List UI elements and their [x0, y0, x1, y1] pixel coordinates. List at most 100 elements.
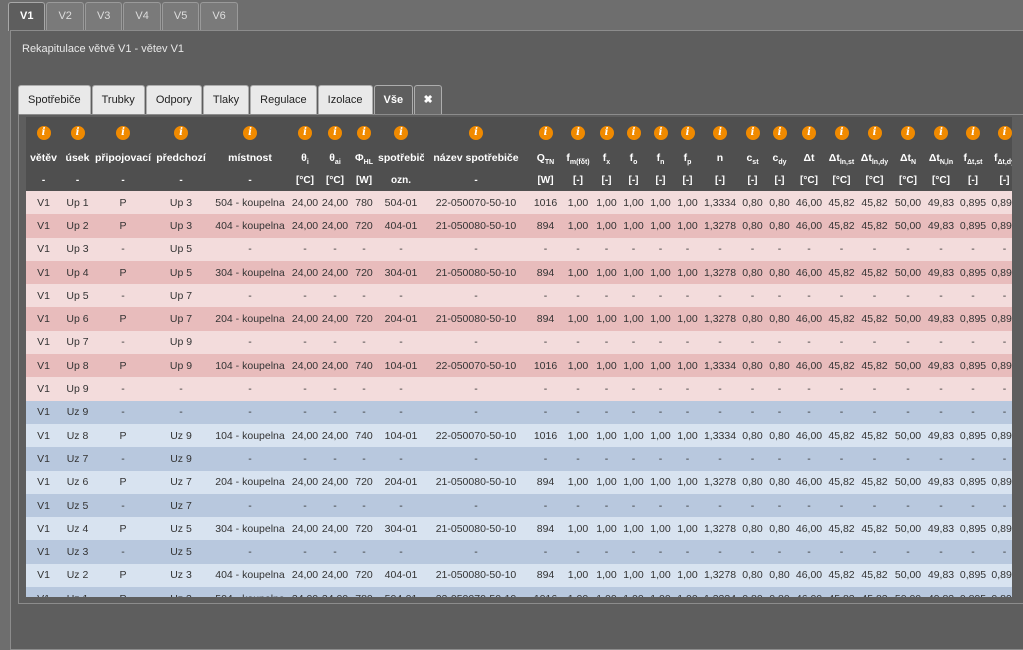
tab-trubky[interactable]: Trubky	[91, 85, 145, 115]
table-cell: -	[872, 546, 877, 559]
info-icon[interactable]: i	[997, 126, 1012, 140]
table-row[interactable]: V1 Up 5 - Up 7 - - - - - - - - - - - - - - - - - - - - - -	[26, 284, 1012, 308]
table-cell: 0,80	[739, 587, 766, 597]
info-icon[interactable]: i	[834, 126, 849, 140]
info-icon[interactable]: i	[867, 126, 882, 140]
table-cell: 45,82	[828, 476, 855, 489]
table-cell: Up 5	[169, 266, 193, 279]
info-icon[interactable]: i	[680, 126, 695, 140]
info-icon[interactable]: i	[571, 126, 585, 140]
info-icon[interactable]: i	[70, 126, 85, 140]
table-cell: 0,895	[991, 196, 1012, 209]
column-unit: [-]	[593, 169, 620, 191]
table-row[interactable]: V1 Up 8 P Up 9 104 - koupelna 24,00 24,00 740 10…	[26, 354, 1012, 378]
table-row[interactable]: V1 Up 1 P Up 3 504 - koupelna 24,00 24,00 780 50…	[26, 191, 1012, 215]
column-header: Δtln,st	[825, 149, 858, 169]
table-row[interactable]: V1 Uz 3 - Uz 5 - - - - - - - - - - - - - - - - - - - - - -	[26, 540, 1012, 564]
table-cell: Up 7	[169, 313, 193, 326]
table-cell: 304 - koupelna	[215, 522, 285, 535]
table-row[interactable]: V1 Up 7 - Up 9 - - - - - - - - - - - - - - - - - - - - - -	[26, 330, 1012, 355]
table-cell: Uz 4	[66, 522, 89, 535]
table-cell: -	[543, 336, 548, 349]
table-row[interactable]: V1 Uz 5 - Uz 7 - - - - - - - - - - - - - - - - - - - - - -	[26, 493, 1012, 518]
table-cell: 1,00	[567, 313, 589, 326]
table-row[interactable]: V1 Up 6 P Up 7 204 - koupelna 24,00 24,00 720 20…	[26, 307, 1012, 331]
tab-v6[interactable]: V6	[200, 2, 238, 31]
table-cell: P	[119, 522, 127, 535]
table-cell: -	[1002, 243, 1007, 256]
tab-regulace[interactable]: Regulace	[250, 85, 317, 115]
info-icon[interactable]: i	[934, 126, 948, 140]
table-cell: -	[362, 383, 366, 396]
tab-v1[interactable]: V1	[8, 2, 46, 31]
table-row[interactable]: V1 Uz 6 P Uz 7 204 - koupelna 24,00 24,00 720 20…	[26, 470, 1012, 494]
tab-izolace[interactable]: Izolace	[317, 85, 373, 115]
table-row[interactable]: V1Uz 1PUz 3504 - koupelna24,0024,0078050…	[26, 587, 1012, 597]
info-icon[interactable]: i	[328, 126, 342, 140]
info-icon[interactable]: i	[626, 126, 641, 140]
table-cell: -	[718, 499, 722, 512]
info-icon[interactable]: i	[174, 126, 188, 140]
info-icon[interactable]: i	[745, 126, 760, 140]
info-icon[interactable]: i	[36, 126, 51, 140]
column-unit: -	[424, 169, 528, 191]
table-row[interactable]: V1 Up 9 - - - - - - - - - - - - - - - - - - - - - - - -	[26, 377, 1012, 401]
table-cell: 504 - koupelna	[210, 587, 290, 597]
table-cell: 24,00	[291, 522, 319, 535]
info-icon[interactable]: i	[802, 126, 816, 140]
table-cell: Uz 5	[170, 522, 192, 535]
tab-v3[interactable]: V3	[84, 2, 123, 31]
table-row[interactable]: V1 Up 2 P Up 3 404 - koupelna 24,00 24,00 720 40…	[26, 214, 1012, 238]
info-icon[interactable]: i	[538, 126, 553, 140]
table-cell: 24,00	[321, 569, 349, 582]
tab-spotrebice[interactable]: Spotřebiče	[18, 85, 91, 115]
info-icon[interactable]: i	[116, 126, 130, 140]
column-header: název spotřebiče	[424, 149, 528, 169]
table-cell: 49,83	[927, 196, 955, 209]
table-row[interactable]: V1 Uz 7 - Uz 9 - - - - - - - - - - - - - - - - - - - - - -	[26, 447, 1012, 471]
column-unit: [-]	[701, 169, 739, 191]
info-icon[interactable]: i	[599, 126, 614, 140]
table-row[interactable]: V1 Uz 2 P Uz 3 404 - koupelna 24,00 24,00 720 40…	[26, 563, 1012, 588]
table-cell: -	[362, 336, 366, 349]
tab-odpory[interactable]: Odpory	[145, 85, 202, 115]
table-cell: 720	[355, 313, 373, 326]
info-icon[interactable]: i	[243, 126, 257, 140]
table-cell: 22-050070-50-10	[424, 587, 528, 597]
table-cell: -	[362, 406, 366, 419]
column-header: θi	[290, 149, 320, 169]
table-cell: 204-01	[384, 476, 418, 489]
close-icon[interactable]: ✖	[414, 85, 443, 115]
table-cell: -	[399, 499, 403, 512]
table-cell: 0,80	[769, 569, 790, 582]
info-icon[interactable]: i	[772, 126, 787, 140]
table-cell: -	[362, 499, 366, 512]
table-row[interactable]: V1 Uz 9 - - - - - - - - - - - - - - - - - - - - - - - -	[26, 400, 1012, 424]
tab-vse[interactable]: Vše	[373, 85, 414, 115]
table-cell: -	[121, 452, 125, 465]
tab-v5[interactable]: V5	[161, 2, 200, 31]
table-row[interactable]: V1 Uz 8 P Uz 9 104 - koupelna 24,00 24,00 740 10…	[26, 423, 1012, 448]
tab-tlaky[interactable]: Tlaky	[202, 85, 250, 115]
table-cell: 21-050080-50-10	[435, 569, 517, 582]
info-icon[interactable]: i	[298, 126, 312, 140]
table-row[interactable]: V1 Uz 4 P Uz 5 304 - koupelna 24,00 24,00 720 30…	[26, 517, 1012, 541]
info-icon[interactable]: i	[469, 126, 483, 140]
table-row[interactable]: V1 Up 3 - Up 5 - - - - - - - - - - - - - - - - - - - - - -	[26, 237, 1012, 261]
table-cell: -	[685, 499, 690, 512]
info-icon[interactable]: i	[966, 126, 980, 140]
table-cell: 22-050070-50-10	[435, 359, 517, 372]
info-icon[interactable]: i	[653, 126, 668, 140]
info-icon[interactable]: i	[357, 126, 371, 140]
info-icon[interactable]: i	[901, 126, 915, 140]
table-cell: -	[906, 289, 910, 302]
info-icon[interactable]: i	[713, 126, 727, 140]
tab-v4[interactable]: V4	[123, 2, 161, 31]
table-cell: -	[303, 546, 307, 559]
table-cell: 720	[355, 569, 373, 582]
table-cell: -	[872, 406, 877, 419]
info-icon[interactable]: i	[394, 126, 408, 140]
table-cell: 1,00	[677, 476, 698, 489]
table-row[interactable]: V1 Up 4 P Up 5 304 - koupelna 24,00 24,00 720 30…	[26, 260, 1012, 285]
tab-v2[interactable]: V2	[46, 2, 84, 31]
